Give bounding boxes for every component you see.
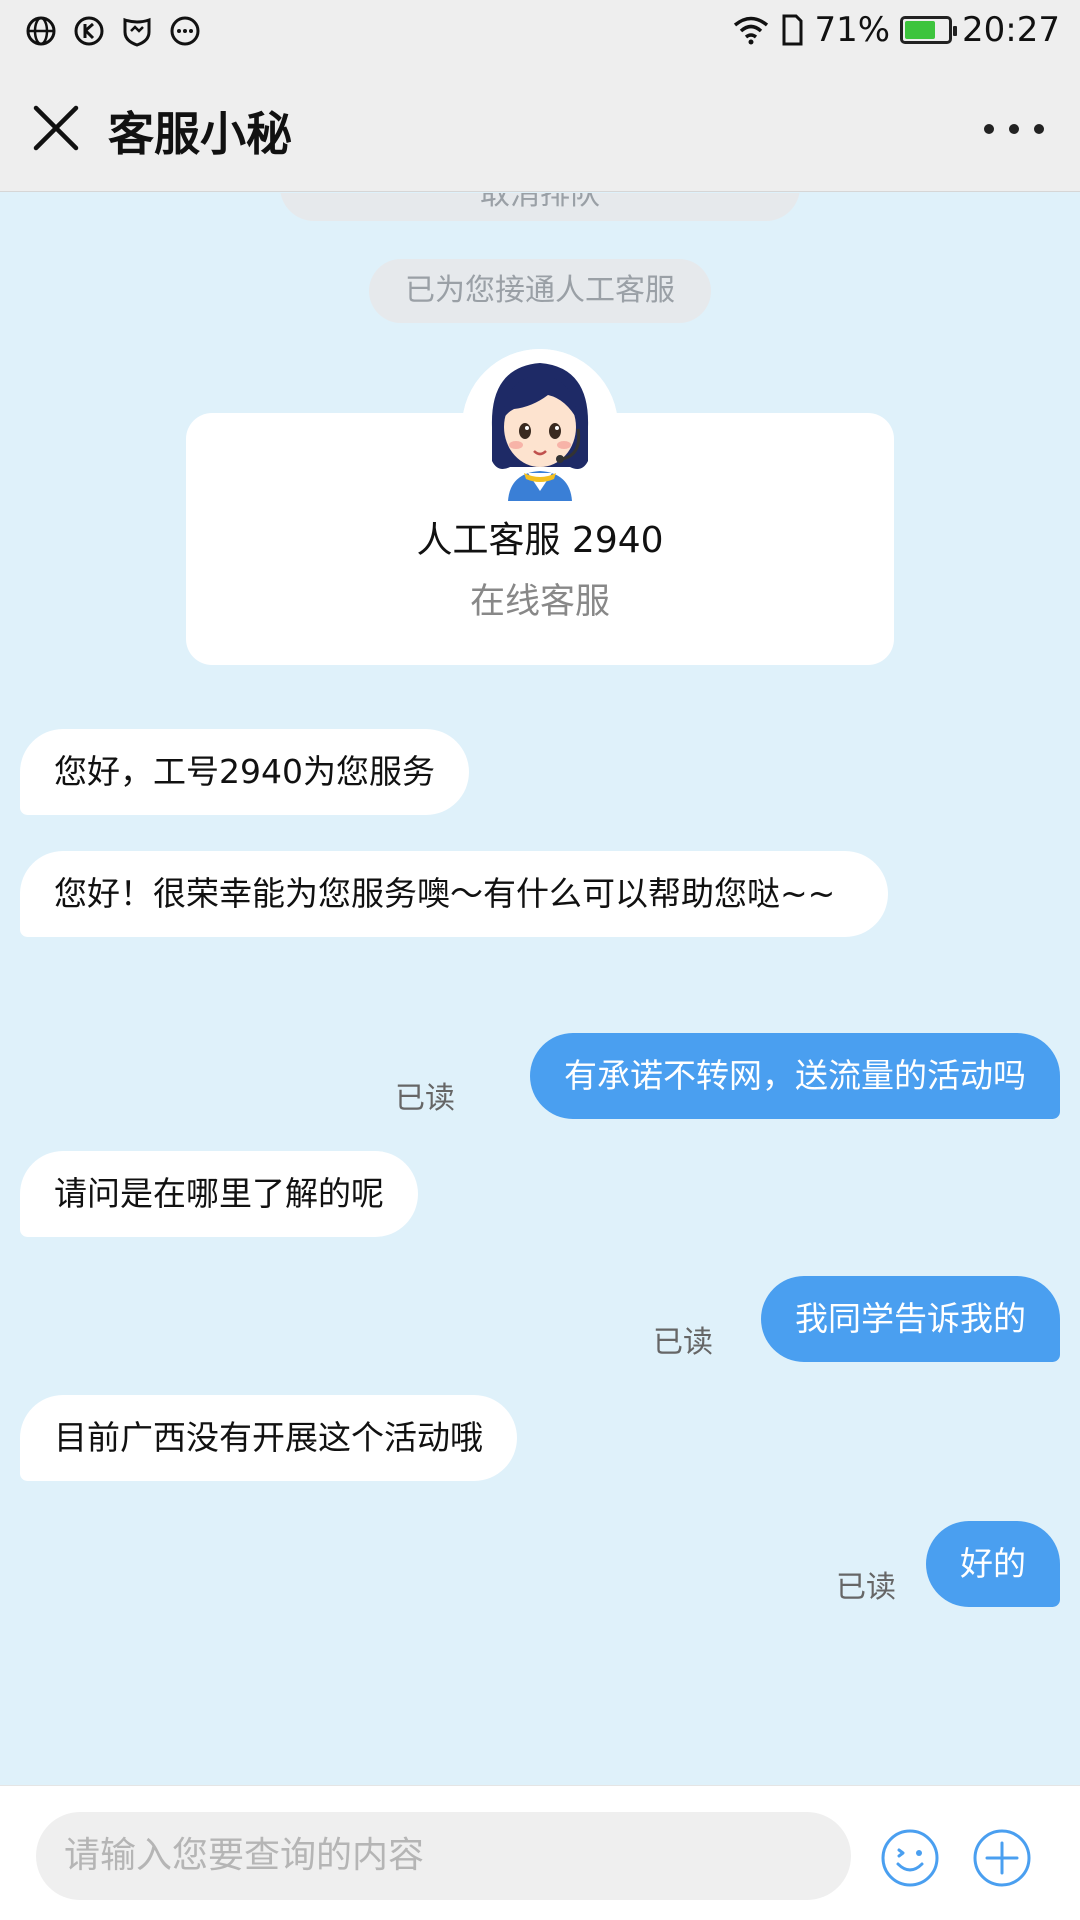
input-bar: 请输入您要查询的内容 [0,1785,1080,1920]
globe-icon [26,16,56,46]
wifi-icon [734,16,769,45]
agent-message: 请问是在哪里了解的呢 [20,1151,418,1237]
message-input[interactable]: 请输入您要查询的内容 [36,1812,851,1900]
agent-message: 您好，工号2940为您服务 [20,729,469,815]
chat-area[interactable]: 取消排队 已为您接通人工客服 人工客服 2940 在线客服 您好，工号2940为… [0,193,1080,1785]
emoji-icon[interactable] [880,1828,940,1888]
page-title: 客服小秘 [108,107,292,161]
ellipsis-circle-icon [170,16,200,46]
agent-message: 目前广西没有开展这个活动哦 [20,1395,517,1481]
battery-icon [900,16,958,44]
agent-name: 人工客服 2940 [416,520,664,561]
shield-icon [123,17,151,47]
plus-icon[interactable] [972,1828,1032,1888]
battery-percent: 71% [814,10,891,50]
more-icon[interactable] [984,114,1044,144]
user-message: 我同学告诉我的 [761,1276,1060,1362]
agent-avatar-icon [462,349,618,505]
user-message: 好的 [926,1521,1060,1607]
close-icon[interactable] [28,100,84,156]
agent-message: 您好！很荣幸能为您服务噢～有什么可以帮助您哒~~ [20,851,888,937]
read-status: 已读 [395,1081,455,1116]
clock: 20:27 [962,10,1060,50]
title-bar: 客服小秘 [0,62,1080,192]
agent-role: 在线客服 [469,582,610,622]
user-message: 有承诺不转网，送流量的活动吗 [530,1033,1060,1119]
connected-notice: 已为您接通人工客服 [369,259,711,323]
read-status: 已读 [836,1570,896,1605]
avatar [462,349,618,505]
sim-icon [782,14,803,46]
cancel-queue-button[interactable]: 取消排队 [280,193,800,221]
read-status: 已读 [653,1325,713,1360]
k-circle-icon [74,16,104,46]
status-bar: 71% 20:27 [0,0,1080,62]
